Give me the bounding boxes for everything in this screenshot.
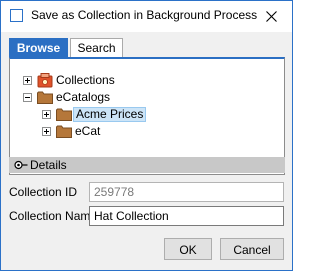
collection-id-field	[89, 182, 284, 202]
tree-item-acme-prices[interactable]: Acme Prices	[42, 107, 152, 123]
cancel-button[interactable]: Cancel	[220, 238, 284, 260]
tree-item-label: eCat	[75, 124, 101, 138]
tree-item-label: eCatalogs	[56, 90, 111, 104]
details-label: Details	[30, 158, 67, 172]
collection-name-field[interactable]	[89, 206, 284, 226]
collection-name-label: Collection Name	[9, 209, 98, 223]
tree-item-label: Acme Prices	[73, 107, 147, 122]
collections-icon	[37, 73, 53, 88]
details-toggle-icon	[14, 160, 28, 170]
ok-button[interactable]: OK	[164, 238, 212, 260]
expand-icon[interactable]	[42, 110, 51, 119]
window-title: Save as Collection in Background Process	[31, 8, 258, 22]
tab-search[interactable]: Search	[70, 38, 123, 57]
folder-icon	[37, 91, 53, 104]
tree-item-ecatalogs[interactable]: eCatalogs	[23, 90, 143, 106]
close-icon	[266, 11, 277, 22]
collapse-icon[interactable]	[23, 93, 32, 102]
tree-item-label: Collections	[56, 73, 115, 87]
dialog-window: Save as Collection in Background Process…	[0, 0, 293, 271]
collection-id-label: Collection ID	[9, 185, 78, 199]
tree-item-ecat[interactable]: eCat	[42, 124, 122, 140]
close-button[interactable]	[254, 4, 288, 28]
folder-icon	[56, 108, 72, 121]
details-toggle[interactable]: Details	[9, 157, 285, 173]
tree-item-collections[interactable]: Collections	[23, 73, 143, 89]
tab-browse[interactable]: Browse	[9, 38, 68, 57]
folder-icon	[56, 125, 72, 138]
window-icon	[10, 9, 23, 22]
expand-icon[interactable]	[23, 76, 32, 85]
expand-icon[interactable]	[42, 127, 51, 136]
title-bar: Save as Collection in Background Process	[1, 1, 292, 32]
